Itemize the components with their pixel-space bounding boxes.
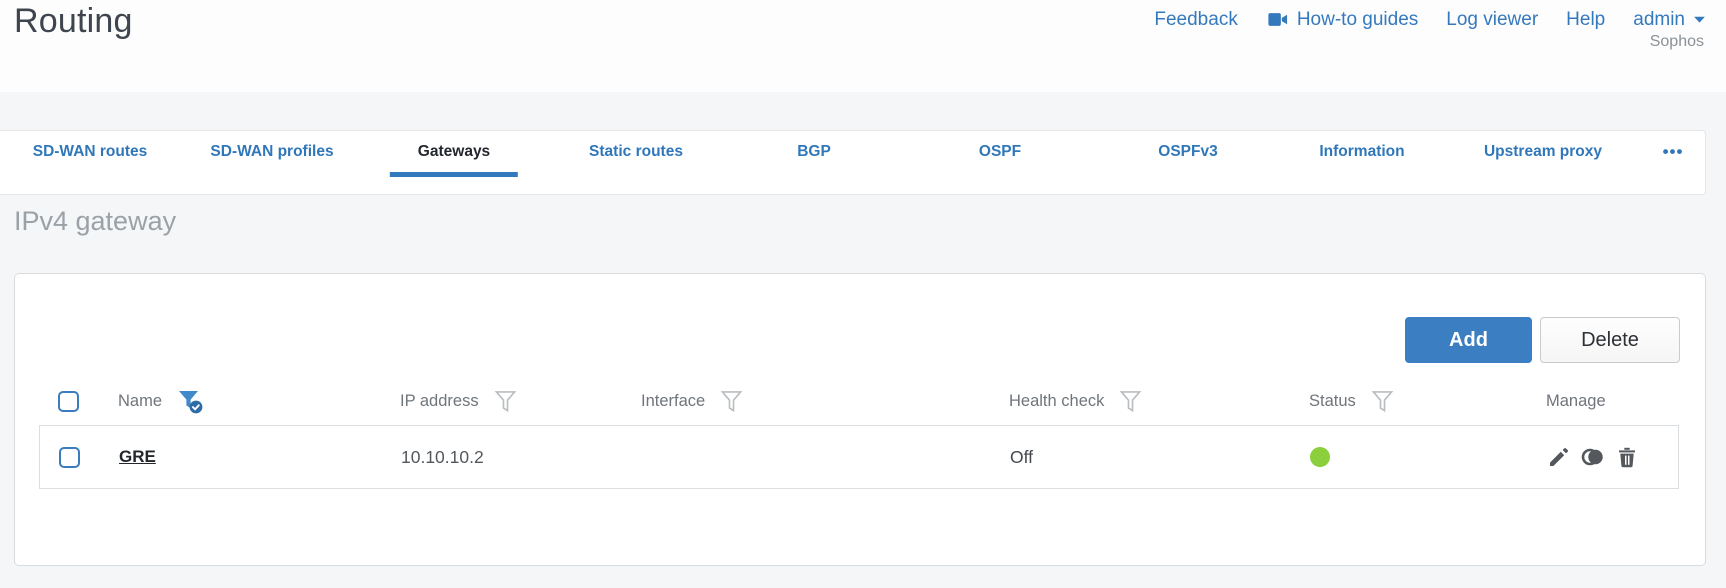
- manage-actions: [1547, 445, 1639, 469]
- table-header-row: Name IP address Interface Health check S…: [39, 377, 1679, 425]
- admin-menu[interactable]: admin: [1633, 9, 1706, 31]
- filter-icon[interactable]: [1119, 389, 1142, 414]
- section-heading: IPv4 gateway: [14, 206, 177, 236]
- delete-icon[interactable]: [1615, 445, 1639, 469]
- table-row: GRE 10.10.10.2 Off: [39, 425, 1679, 489]
- edit-icon[interactable]: [1547, 445, 1571, 469]
- filter-icon[interactable]: [720, 389, 743, 414]
- feedback-link[interactable]: Feedback: [1154, 9, 1237, 31]
- filter-active-icon[interactable]: [177, 388, 204, 415]
- column-header-interface: Interface: [641, 391, 706, 410]
- clone-icon[interactable]: [1580, 445, 1606, 469]
- video-camera-icon: [1266, 8, 1289, 31]
- tab-ospf[interactable]: OSPF: [951, 131, 1049, 177]
- row-checkbox[interactable]: [59, 446, 80, 468]
- column-header-name: Name: [118, 391, 163, 410]
- filter-icon[interactable]: [1371, 389, 1394, 414]
- tab-bgp[interactable]: BGP: [769, 131, 859, 177]
- tab-more-ellipsis[interactable]: •••: [1635, 131, 1712, 177]
- top-nav: Feedback How-to guides Log viewer Help a…: [1154, 8, 1706, 31]
- gateway-name-link[interactable]: GRE: [119, 447, 156, 467]
- tab-sd-wan-profiles[interactable]: SD-WAN profiles: [182, 131, 361, 177]
- tab-ospfv3[interactable]: OSPFv3: [1130, 131, 1245, 177]
- status-dot: [1310, 447, 1330, 467]
- howto-guides-link[interactable]: How-to guides: [1266, 8, 1418, 31]
- tab-upstream-proxy[interactable]: Upstream proxy: [1456, 131, 1630, 177]
- column-header-ip-address: IP address: [400, 391, 479, 410]
- log-viewer-link[interactable]: Log viewer: [1446, 9, 1538, 31]
- add-button[interactable]: Add: [1405, 317, 1532, 363]
- gateway-card: Add Delete Name IP address Interface Hea…: [14, 273, 1706, 566]
- tab-gateways[interactable]: Gateways: [389, 131, 519, 177]
- chevron-down-icon: [1693, 15, 1706, 24]
- tab-sd-wan-routes[interactable]: SD-WAN routes: [5, 131, 176, 177]
- column-header-status: Status: [1309, 391, 1356, 410]
- column-header-health-check: Health check: [1009, 391, 1105, 410]
- ip-address-value: 10.10.10.2: [401, 446, 484, 467]
- tab-static-routes[interactable]: Static routes: [561, 131, 711, 177]
- delete-button[interactable]: Delete: [1540, 317, 1680, 363]
- tab-information[interactable]: Information: [1291, 131, 1432, 177]
- health-check-value: Off: [1010, 446, 1034, 467]
- column-header-manage: Manage: [1546, 391, 1606, 410]
- tab-bar: SD-WAN routes SD-WAN profiles Gateways S…: [0, 130, 1706, 195]
- select-all-checkbox[interactable]: [58, 390, 79, 412]
- vendor-label: Sophos: [1649, 33, 1704, 50]
- page-title: Routing: [14, 2, 133, 40]
- filter-icon[interactable]: [494, 389, 517, 414]
- help-link[interactable]: Help: [1566, 9, 1605, 31]
